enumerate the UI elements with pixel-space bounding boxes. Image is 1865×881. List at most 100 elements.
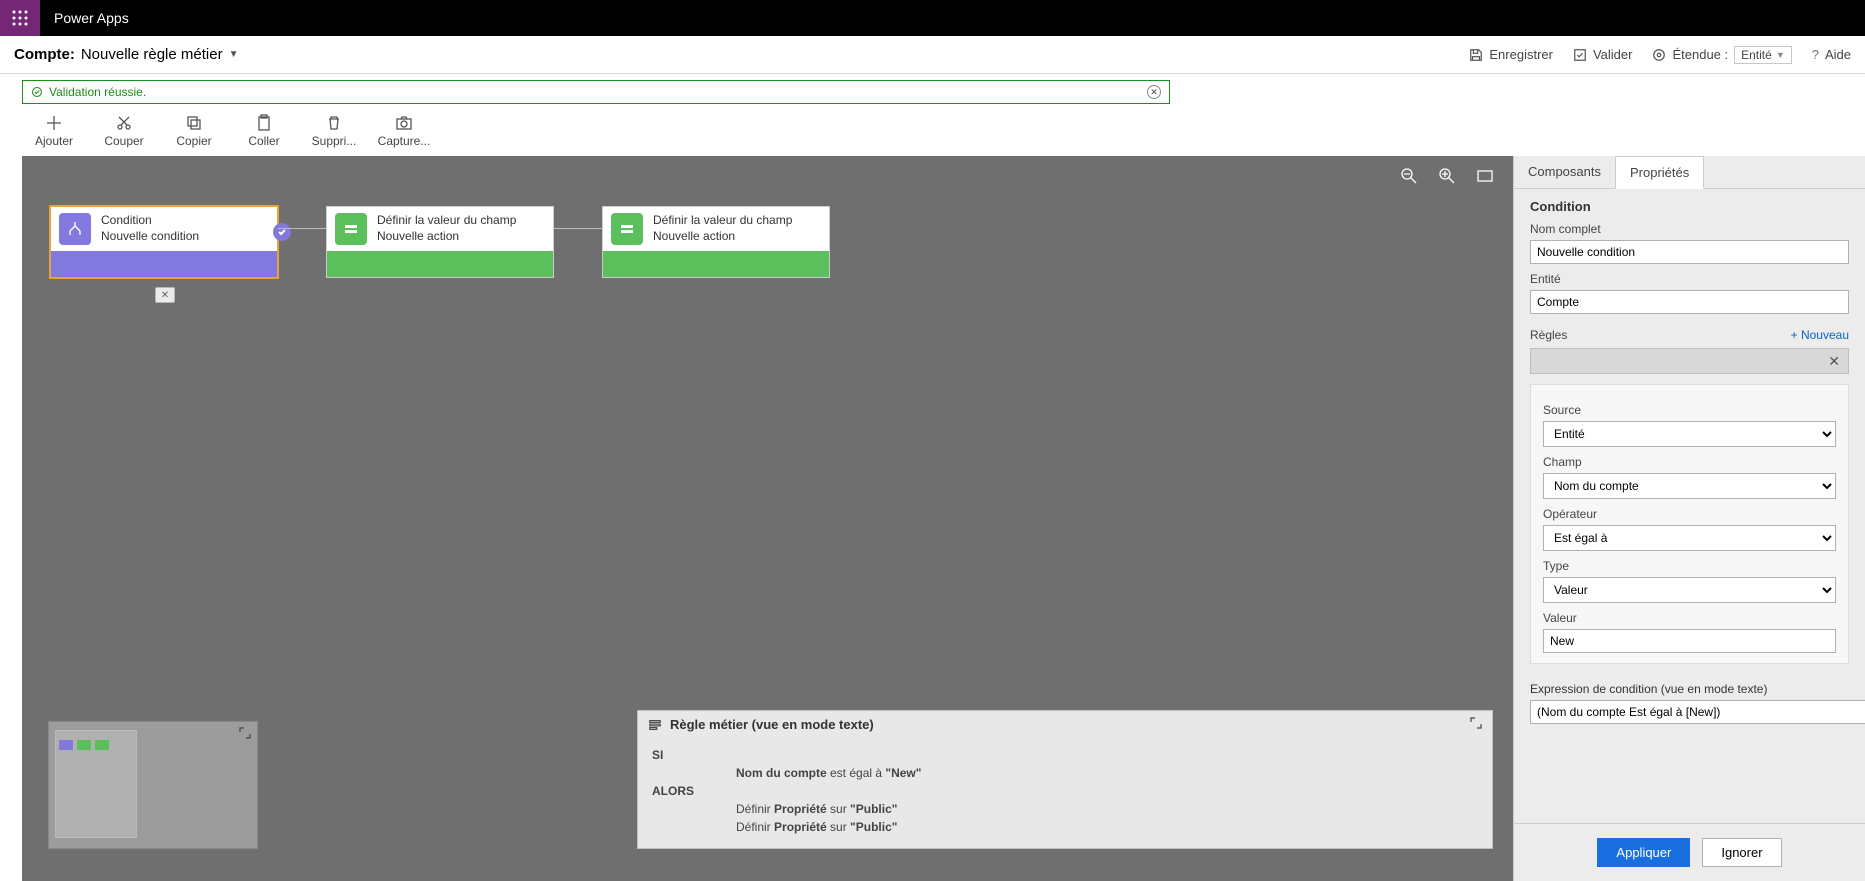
zoom-out-button[interactable] (1399, 166, 1419, 186)
chevron-down-icon: ▼ (1776, 50, 1785, 60)
operator-label: Opérateur (1543, 507, 1836, 521)
rule-delete-button[interactable]: ✕ (1828, 353, 1840, 370)
check-circle-icon (31, 86, 43, 98)
app-launcher-button[interactable] (0, 0, 40, 36)
canvas[interactable]: Condition Nouvelle condition ✕ Définir l… (22, 156, 1513, 881)
node-strip (51, 251, 277, 277)
tab-properties[interactable]: Propriétés (1615, 156, 1704, 189)
node-action-2[interactable]: Définir la valeur du champ Nouvelle acti… (602, 206, 830, 278)
node-text: Condition Nouvelle condition (101, 213, 199, 244)
text-view-collapse-button[interactable] (1470, 717, 1482, 732)
display-name-label: Nom complet (1530, 222, 1849, 236)
validate-button[interactable]: Valider (1573, 47, 1633, 62)
toolbar-snapshot[interactable]: Capture... (378, 114, 430, 148)
field-select[interactable]: Nom du compte (1543, 473, 1836, 499)
rule-title-prefix: Compte: (14, 46, 75, 63)
then-line: Définir Propriété sur "Public" (736, 802, 897, 816)
zoom-in-button[interactable] (1437, 166, 1457, 186)
rule-item[interactable]: ✕ (1530, 348, 1849, 374)
properties-pane: Composants Propriétés Condition Nom comp… (1513, 156, 1865, 881)
node-text: Définir la valeur du champ Nouvelle acti… (377, 213, 516, 244)
node-title: Condition (101, 213, 199, 229)
rule-icon (648, 718, 662, 732)
node-strip (327, 251, 553, 277)
node-strip (603, 251, 829, 277)
main-area: Condition Nouvelle condition ✕ Définir l… (0, 156, 1865, 881)
scope-picker[interactable]: Étendue : Entité ▼ (1652, 46, 1791, 64)
discard-button[interactable]: Ignorer (1702, 838, 1781, 867)
mm-node-action (77, 740, 91, 750)
zoom-out-icon (1400, 167, 1418, 185)
scope-icon (1652, 48, 1666, 62)
node-action-1[interactable]: Définir la valeur du champ Nouvelle acti… (326, 206, 554, 278)
new-rule-link[interactable]: + Nouveau (1791, 328, 1849, 342)
branch-icon (59, 213, 91, 245)
connector (278, 228, 326, 229)
then-keyword: ALORS (652, 784, 702, 798)
save-icon (1469, 48, 1483, 62)
toolbar-delete[interactable]: Suppri... (308, 114, 360, 148)
rules-label: Règles (1530, 328, 1567, 342)
operator-select[interactable]: Est égal à (1543, 525, 1836, 551)
plus-icon (45, 114, 63, 132)
source-select[interactable]: Entité (1543, 421, 1836, 447)
value-input[interactable] (1543, 629, 1836, 653)
tab-components[interactable]: Composants (1514, 156, 1615, 188)
node-head: Condition Nouvelle condition (51, 207, 277, 251)
fit-button[interactable] (1475, 166, 1495, 186)
clipboard-icon (255, 114, 273, 132)
checklist-icon (1573, 48, 1587, 62)
copy-icon (185, 114, 203, 132)
help-button[interactable]: ? Aide (1812, 47, 1851, 62)
text-view-panel: Règle métier (vue en mode texte) SI Nom … (637, 710, 1493, 849)
if-keyword: SI (652, 748, 702, 762)
type-label: Type (1543, 559, 1836, 573)
toolbar-copy[interactable]: Copier (168, 114, 220, 148)
properties-buttons: Appliquer Ignorer (1514, 823, 1865, 881)
entity-input[interactable] (1530, 290, 1849, 314)
source-label: Source (1543, 403, 1836, 417)
scope-value[interactable]: Entité ▼ (1734, 46, 1792, 64)
node-subtitle: Nouvelle condition (101, 229, 199, 245)
validation-banner: Validation réussie. ✕ (22, 80, 1170, 104)
toolbar-cut[interactable]: Couper (98, 114, 150, 148)
node-subtitle: Nouvelle action (377, 229, 516, 245)
set-field-icon (611, 213, 643, 245)
banner-close-button[interactable]: ✕ (1147, 85, 1161, 99)
apply-button[interactable]: Appliquer (1597, 838, 1690, 867)
value-label: Valeur (1543, 611, 1836, 625)
titlebar: Power Apps (0, 0, 1865, 36)
toolbar-add[interactable]: Ajouter (28, 114, 80, 148)
minimap[interactable] (48, 721, 258, 849)
text-view-title: Règle métier (vue en mode texte) (670, 717, 874, 732)
node-condition[interactable]: Condition Nouvelle condition ✕ (50, 206, 278, 278)
set-field-icon (335, 213, 367, 245)
connector (554, 228, 602, 229)
command-bar: Compte: Nouvelle règle métier ▼ Enregist… (0, 36, 1865, 74)
pane-tabs: Composants Propriétés (1514, 156, 1865, 189)
minimap-expand-button[interactable] (239, 726, 251, 744)
camera-icon (395, 114, 413, 132)
banner-text: Validation réussie. (49, 85, 146, 99)
trash-icon (325, 114, 343, 132)
field-label: Champ (1543, 455, 1836, 469)
expression-label: Expression de condition (vue en mode tex… (1514, 682, 1865, 696)
properties-scroll[interactable]: Condition Nom complet Entité Règles + No… (1514, 189, 1865, 823)
node-title: Définir la valeur du champ (653, 213, 792, 229)
text-view-header: Règle métier (vue en mode texte) (638, 711, 1492, 738)
node-subtitle: Nouvelle action (653, 229, 792, 245)
help-icon: ? (1812, 47, 1819, 62)
rule-title-dropdown[interactable]: Compte: Nouvelle règle métier ▼ (14, 46, 238, 63)
rule-detail: Source Entité Champ Nom du compte Opérat… (1530, 384, 1849, 664)
text-view-body: SI Nom du compte est égal à "New" ALORS … (638, 738, 1492, 848)
fit-icon (1476, 167, 1494, 185)
toolbar-paste[interactable]: Coller (238, 114, 290, 148)
node-title: Définir la valeur du champ (377, 213, 516, 229)
expand-icon (239, 727, 251, 739)
display-name-input[interactable] (1530, 240, 1849, 264)
type-select[interactable]: Valeur (1543, 577, 1836, 603)
mm-node-action (95, 740, 109, 750)
save-button[interactable]: Enregistrer (1469, 47, 1553, 62)
entity-label: Entité (1530, 272, 1849, 286)
node-toggle-button[interactable]: ✕ (155, 287, 175, 303)
